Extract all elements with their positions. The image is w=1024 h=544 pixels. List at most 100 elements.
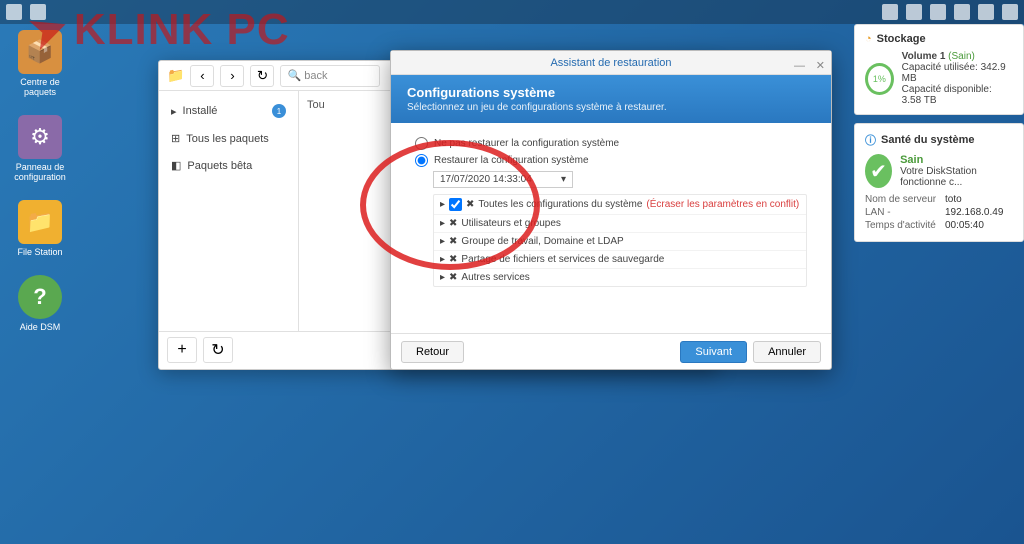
volume-label: Volume 1 [902,51,946,62]
storage-title: Stockage [877,33,926,45]
radio-input[interactable] [415,137,428,150]
radio-restore[interactable]: Restaurer la configuration système [415,154,807,167]
kv-value: 00:05:40 [945,220,984,231]
health-title: Santé du système [881,134,975,146]
expand-icon[interactable]: ▸ [440,218,445,229]
taskbar-widgets-icon[interactable] [1002,4,1018,20]
taskbar-notify-icon[interactable] [978,4,994,20]
kv-value: 192.168.0.49 [945,207,1003,218]
wizard-titlebar: Assistant de restauration — ✕ [391,51,831,75]
right-panel: ◔ Stockage 1% Volume 1 (Sain) Capacité ut… [854,24,1024,250]
taskbar [0,0,1024,24]
check-label: Utilisateurs et groupes [461,218,561,229]
taskbar-search-icon[interactable] [954,4,970,20]
wizard-content: Ne pas restaurer la configuration systèm… [391,123,831,333]
tools-icon: ✖ [449,218,457,229]
volume-status: (Sain) [948,51,975,62]
tools-icon: ✖ [449,254,457,265]
search-icon: 🔍 [287,69,301,82]
expand-icon[interactable]: ▸ [440,272,445,283]
beta-icon: ◧ [171,159,181,172]
radio-no-restore[interactable]: Ne pas restaurer la configuration systèm… [415,137,807,150]
expand-icon[interactable]: ▸ [440,254,445,265]
wizard-header-subtitle: Sélectionnez un jeu de configurations sy… [407,102,815,113]
di-label: Centre de paquets [20,77,60,97]
add-button[interactable]: + [167,337,197,363]
kv-label: Temps d'activité [865,220,945,231]
check-item-all[interactable]: ▸✖Toutes les configurations du système (… [434,195,806,215]
sidebar-item-installed[interactable]: ▸ Installé 1 [159,97,298,125]
taskbar-upload-icon[interactable] [882,4,898,20]
disk-icon: ◔ [865,33,872,45]
badge: 1 [272,104,286,118]
sidebar-item-beta[interactable]: ◧Paquets bêta [159,152,298,179]
radio-input[interactable] [415,154,428,167]
desktop-icon-packages[interactable]: 📦Centre de paquets [10,30,70,97]
desktop-icons: 📦Centre de paquets ⚙Panneau de configura… [10,30,70,332]
installed-icon: ▸ [171,105,177,118]
avail-value: 3.58 TB [902,95,937,106]
folder-icon: 📁 [167,67,184,84]
taskbar-chat-icon[interactable] [906,4,922,20]
health-status: Sain [900,154,1013,166]
search-text: back [304,70,327,82]
expand-icon[interactable]: ▸ [440,199,445,210]
taskbar-user-icon[interactable] [930,4,946,20]
health-widget: ⓘ Santé du système ✔ Sain Votre DiskStati… [854,123,1024,242]
di-label: Panneau de configuration [14,162,66,182]
used-label: Capacité utilisée: [902,62,978,73]
di-label: File Station [17,247,62,257]
tools-icon: ✖ [466,199,474,210]
storage-widget: ◔ Stockage 1% Volume 1 (Sain) Capacité ut… [854,24,1024,115]
nav-forward-button[interactable]: › [220,65,244,87]
minimize-icon[interactable]: — [794,54,805,78]
check-item-other[interactable]: ▸✖Autres services [434,269,806,286]
kv-label: Nom de serveur [865,194,945,205]
taskbar-app-icon[interactable] [30,4,46,20]
nav-back-button[interactable]: ‹ [190,65,214,87]
wizard-title-text: Assistant de restauration [550,57,671,69]
pct-value: 1% [873,74,886,84]
refresh-button[interactable]: ↻ [250,65,274,87]
check-item-sharing[interactable]: ▸ ✖ Partage de fichiers et services de sau… [434,251,806,269]
info-icon: ⓘ [865,132,876,148]
check-label: Partage de fichiers et services de sauve… [461,254,664,265]
expand-icon[interactable]: ▸ [440,236,445,247]
checkbox[interactable] [449,198,462,211]
taskbar-menu-icon[interactable] [6,4,22,20]
search-input[interactable]: 🔍 back [280,65,380,87]
health-check-icon: ✔ [865,154,892,188]
sb-label: Installé [183,105,218,117]
warn-text: (Écraser les paramètres en conflit) [646,199,799,210]
next-button[interactable]: Suivant [680,341,747,363]
chevron-down-icon: ▾ [561,174,566,185]
tools-icon: ✖ [449,272,457,283]
kv-value: toto [945,194,962,205]
desktop-icon-control-panel[interactable]: ⚙Panneau de configuration [10,115,70,182]
di-label: Aide DSM [20,322,61,332]
back-button[interactable]: Retour [401,341,464,363]
sidebar-item-all[interactable]: ⊞Tous les paquets [159,125,298,152]
date-value: 17/07/2020 14:33:04 [440,174,532,185]
check-label: Groupe de travail, Domaine et LDAP [461,236,623,247]
check-item-workgroup[interactable]: ▸ ✖ Groupe de travail, Domaine et LDAP [434,233,806,251]
pkg-sidebar: ▸ Installé 1 ⊞Tous les paquets ◧Paquets bê… [159,91,299,331]
desktop-icon-file-station[interactable]: 📁File Station [10,200,70,257]
sb-label: Tous les paquets [186,133,269,145]
radio-label: Ne pas restaurer la configuration systèm… [434,138,619,149]
wizard-header: Configurations système Sélectionnez un j… [391,75,831,123]
radio-label: Restaurer la configuration système [434,155,589,166]
health-msg: Votre DiskStation fonctionne c... [900,166,1013,188]
check-item-users[interactable]: ▸ ✖ Utilisateurs et groupes [434,215,806,233]
tools-icon: ✖ [449,236,457,247]
config-tree: ▸✖Toutes les configurations du système (… [433,194,807,287]
date-dropdown[interactable]: 17/07/2020 14:33:04 ▾ [433,171,573,188]
avail-label: Capacité disponible: [902,84,992,95]
storage-pie: 1% [865,63,894,95]
cancel-button[interactable]: Annuler [753,341,821,363]
refresh-footer-button[interactable]: ↻ [203,337,233,363]
restore-wizard-window: Assistant de restauration — ✕ Configurat… [390,50,832,370]
desktop-icon-help[interactable]: ?Aide DSM [10,275,70,332]
tab-label: Tou [307,99,325,111]
close-icon[interactable]: ✕ [816,54,825,78]
